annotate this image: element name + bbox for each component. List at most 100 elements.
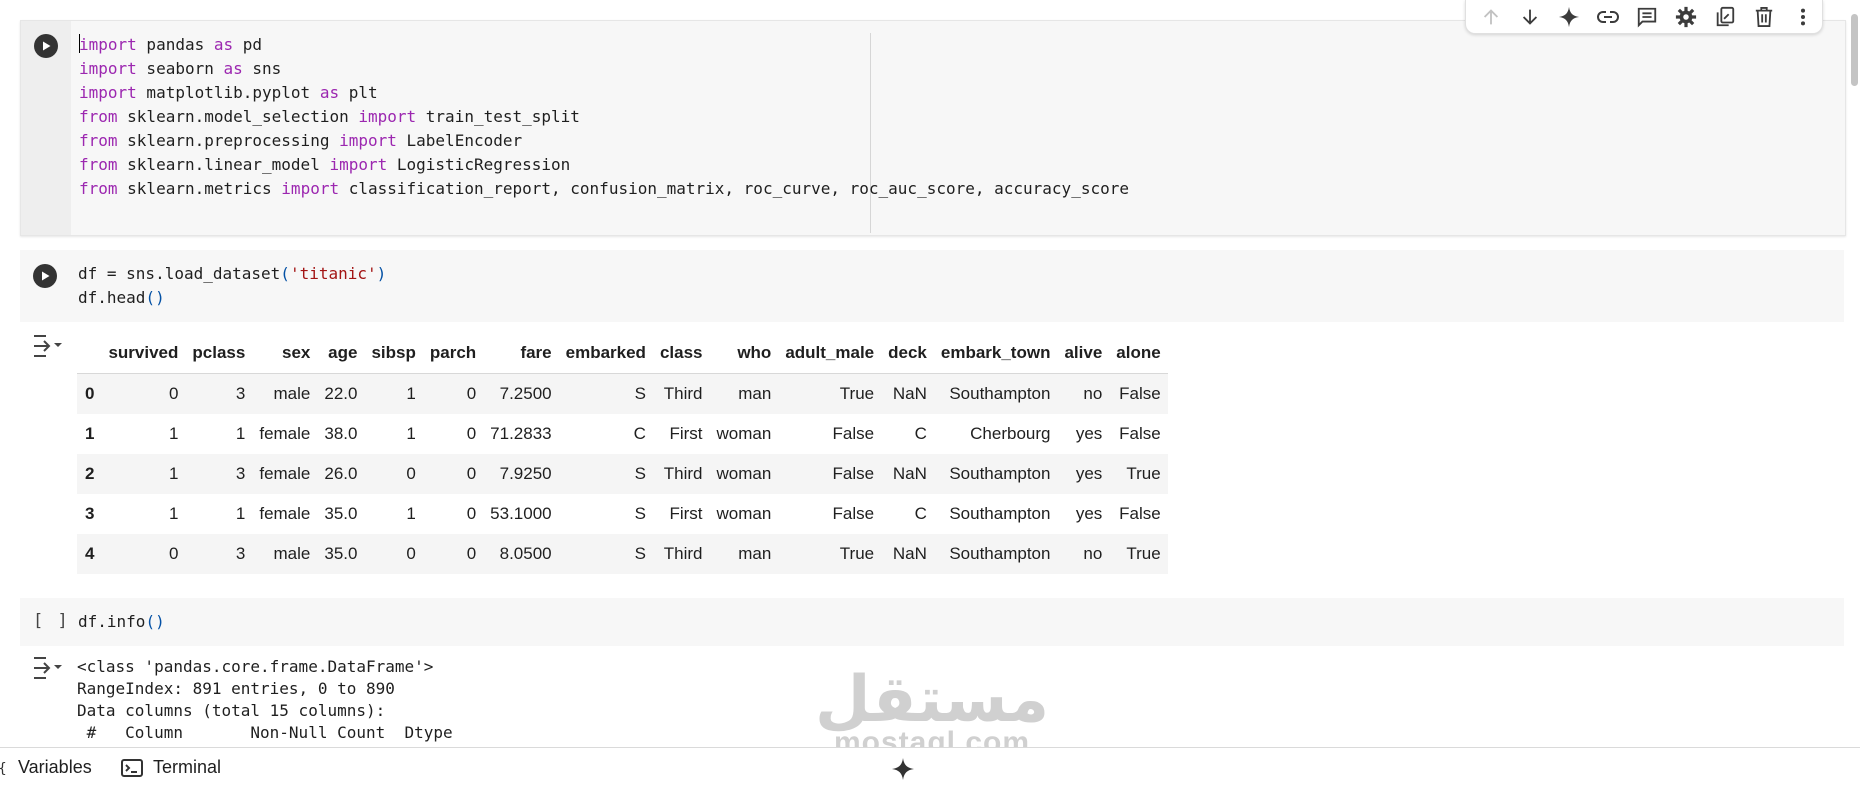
row-index: 1 <box>85 424 95 443</box>
table-cell: yes <box>1075 504 1103 523</box>
code-cell-imports[interactable]: import pandas as pd import seaborn as sns… <box>20 20 1846 236</box>
table-cell: Southampton <box>949 544 1051 563</box>
table-row: 4 0 3 male 35.0 0 0 8.0500 S Third man True NaN South… <box>77 534 1168 574</box>
code-line[interactable]: from sklearn.preprocessing import LabelE… <box>79 129 1129 153</box>
code-token: sklearn.preprocessing <box>117 131 340 150</box>
table-cell: 0 <box>406 464 416 483</box>
run-cell-button[interactable] <box>33 264 57 288</box>
table-cell: 7.2500 <box>499 384 552 403</box>
table-row: 3 1 1 female 35.0 1 0 53.1000 S First woman False C S… <box>77 494 1168 534</box>
row-index: 2 <box>85 464 95 483</box>
more-actions-button[interactable] <box>1783 0 1822 34</box>
code-token: sklearn.metrics <box>117 179 282 198</box>
table-row: 2 1 3 female 26.0 0 0 7.9250 S Third woman False NaN… <box>77 454 1168 494</box>
table-cell: 1 <box>406 424 416 443</box>
table-cell: female <box>259 424 311 443</box>
copy-link-button[interactable] <box>1589 0 1628 34</box>
table-cell: 38.0 <box>324 424 358 443</box>
code-line[interactable]: df.head() <box>78 286 386 310</box>
output-line: # Column Non-Null Count Dtype <box>77 723 453 742</box>
code-keyword: as <box>223 59 243 78</box>
output-actions-icon[interactable] <box>32 333 62 359</box>
table-cell: True <box>1126 464 1161 483</box>
code-token: matplotlib.pyplot <box>136 83 320 102</box>
gemini-sparkle-icon[interactable] <box>891 757 915 781</box>
table-cell: 0 <box>466 504 477 523</box>
gemini-button[interactable] <box>1550 0 1589 34</box>
code-keyword: as <box>213 35 234 54</box>
code-line[interactable]: from sklearn.linear_model import Logisti… <box>79 153 1129 177</box>
table-cell: woman <box>716 424 772 443</box>
cell-toolbar <box>1465 0 1823 34</box>
delete-cell-button[interactable] <box>1744 0 1783 34</box>
code-token: sns <box>242 59 282 78</box>
trash-icon <box>1755 6 1772 27</box>
table-cell: 1 <box>168 464 179 483</box>
code-token: plt <box>339 83 378 102</box>
terminal-button[interactable]: Terminal <box>121 757 221 778</box>
code-keyword: import <box>79 35 137 54</box>
table-cell: 22.0 <box>324 384 358 403</box>
code-line[interactable]: from sklearn.model_selection import trai… <box>79 105 1129 129</box>
code-line[interactable]: df.info() <box>78 610 165 634</box>
svg-text:{: { <box>0 761 7 777</box>
code-cell-info[interactable]: [ ] df.info() <box>20 598 1844 646</box>
column-header: pclass <box>192 343 246 362</box>
code-keyword: from <box>79 155 118 174</box>
table-cell: True <box>1126 544 1161 563</box>
column-header: who <box>737 343 772 362</box>
column-header: adult_male <box>785 343 875 362</box>
code-line[interactable]: df = sns.load_dataset('titanic') <box>78 262 386 286</box>
table-header-row: survived pclass sex age sibsp parch fare embark… <box>77 333 1168 374</box>
code-editor[interactable]: import pandas as pd import seaborn as sns… <box>79 33 1129 201</box>
table-cell: S <box>634 544 646 563</box>
variables-button[interactable]: { Variables <box>0 757 92 778</box>
code-keyword: from <box>79 179 118 198</box>
code-editor[interactable]: df.info() <box>78 610 165 634</box>
table-row: 1 1 1 female 38.0 1 0 71.2833 C First woman False C C… <box>77 414 1168 454</box>
mirror-cell-button[interactable] <box>1705 0 1744 34</box>
variables-label: Variables <box>18 757 92 777</box>
table-cell: 0 <box>168 544 179 563</box>
table-cell: S <box>634 464 646 483</box>
column-header: parch <box>429 343 477 362</box>
code-token: ) <box>376 264 387 283</box>
terminal-icon <box>121 758 143 777</box>
table-cell: False <box>832 464 875 483</box>
output-actions-icon[interactable] <box>32 655 62 681</box>
code-token: pd <box>233 35 263 54</box>
code-line[interactable]: import seaborn as sns <box>79 57 1129 81</box>
table-cell: 71.2833 <box>490 424 552 443</box>
play-icon <box>43 41 51 51</box>
code-keyword: import <box>79 83 137 102</box>
cell-settings-button[interactable] <box>1666 0 1705 34</box>
code-cell-load-dataset[interactable]: df = sns.load_dataset('titanic') df.head(… <box>20 250 1844 322</box>
table-cell: female <box>259 464 311 483</box>
move-cell-down-button[interactable] <box>1511 0 1550 34</box>
table-cell: 7.9250 <box>499 464 552 483</box>
vertical-scrollbar[interactable] <box>1851 14 1858 86</box>
table-cell: 0 <box>466 384 477 403</box>
code-token: train_test_split <box>416 107 580 126</box>
column-header: sibsp <box>371 343 416 362</box>
table-cell: C <box>914 504 927 523</box>
table-cell: NaN <box>892 464 927 483</box>
code-editor[interactable]: df = sns.load_dataset('titanic') df.head(… <box>78 262 386 310</box>
code-keyword: import <box>358 107 417 126</box>
column-header: age <box>328 343 358 362</box>
code-line[interactable]: import pandas as pd <box>79 33 1129 57</box>
move-cell-up-button[interactable] <box>1472 0 1511 34</box>
table-cell: False <box>1119 504 1161 523</box>
table-cell: False <box>1119 424 1161 443</box>
table-cell: 35.0 <box>324 544 358 563</box>
sparkle-icon <box>1559 6 1580 27</box>
code-line[interactable]: import matplotlib.pyplot as plt <box>79 81 1129 105</box>
table-cell: True <box>839 544 875 563</box>
run-cell-button[interactable]: [ ] <box>33 611 70 631</box>
run-cell-button[interactable] <box>34 34 58 58</box>
add-comment-button[interactable] <box>1628 0 1667 34</box>
info-output: <class 'pandas.core.frame.DataFrame'> Ran… <box>77 656 453 744</box>
column-header: survived <box>108 343 179 362</box>
code-string: 'titanic' <box>289 264 377 283</box>
code-line[interactable]: from sklearn.metrics import classificati… <box>79 177 1129 201</box>
